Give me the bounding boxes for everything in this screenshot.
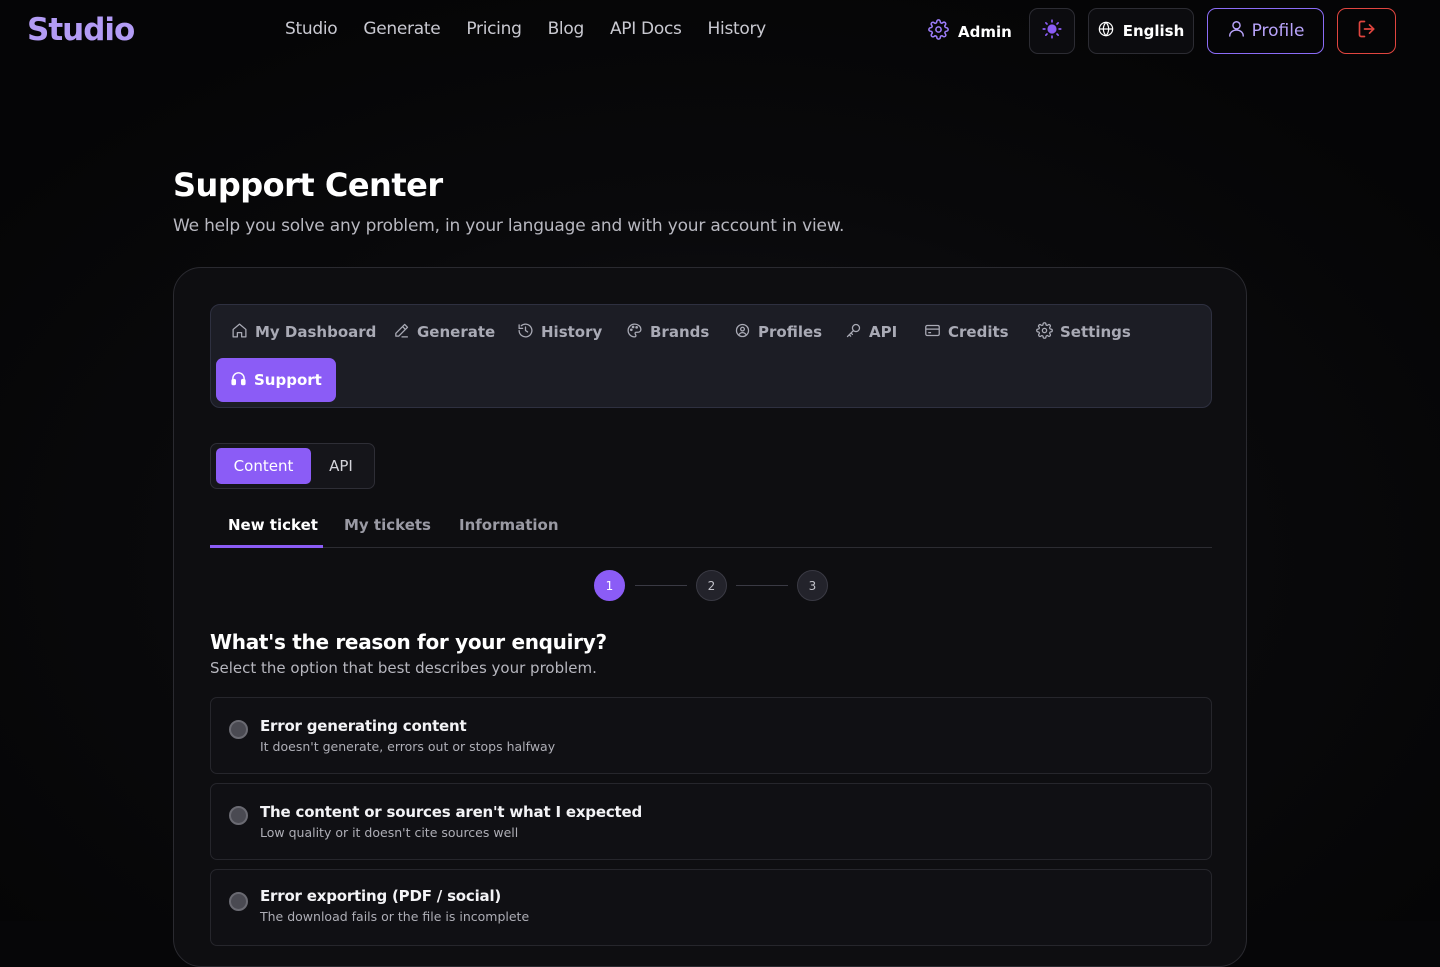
globe-icon	[1098, 21, 1114, 41]
theme-toggle-button[interactable]	[1029, 8, 1075, 54]
subnav-item-support[interactable]: Support	[216, 358, 336, 402]
reason-option[interactable]: Error exporting (PDF / social) The downl…	[210, 869, 1212, 946]
subnav-item-api[interactable]: API	[845, 321, 897, 343]
option-title: Error generating content	[260, 717, 467, 735]
step-connector	[635, 585, 687, 586]
ticket-tabs: New ticket My tickets Information	[210, 510, 1212, 548]
reason-option[interactable]: Error generating content It doesn't gene…	[210, 697, 1212, 774]
question-subtitle: Select the option that best describes yo…	[210, 659, 597, 677]
history-icon	[517, 322, 534, 343]
subnav-item-dashboard[interactable]: My Dashboard	[231, 321, 376, 343]
nav-link-generate[interactable]: Generate	[363, 19, 440, 39]
subnav-label: History	[541, 323, 603, 341]
option-description: Low quality or it doesn't cite sources w…	[260, 825, 519, 840]
app-logo[interactable]: Studio	[27, 12, 135, 48]
nav-link-api-docs[interactable]: API Docs	[610, 19, 682, 39]
key-icon	[845, 322, 862, 343]
product-segmented-control: Content API	[210, 443, 375, 489]
main-nav: Studio Generate Pricing Blog API Docs Hi…	[285, 19, 792, 39]
user-icon	[1227, 19, 1246, 43]
logout-icon	[1357, 19, 1377, 43]
account-subnav: My Dashboard Generate History Brands Pro…	[210, 304, 1212, 408]
profile-label: Profile	[1251, 21, 1305, 41]
step-2: 2	[696, 570, 727, 601]
profile-button[interactable]: Profile	[1207, 8, 1324, 54]
segment-content[interactable]: Content	[216, 448, 311, 484]
headset-icon	[230, 370, 247, 391]
nav-link-blog[interactable]: Blog	[548, 19, 585, 39]
gear-icon	[1036, 321, 1053, 343]
subnav-label: Profiles	[758, 323, 823, 341]
logout-button[interactable]	[1337, 8, 1396, 54]
reason-option[interactable]: The content or sources aren't what I exp…	[210, 783, 1212, 860]
subnav-item-brands[interactable]: Brands	[626, 321, 709, 343]
subnav-label: Settings	[1060, 323, 1131, 341]
tab-new-ticket[interactable]: New ticket	[228, 516, 318, 534]
subnav-item-credits[interactable]: Credits	[924, 321, 1009, 343]
tab-my-tickets[interactable]: My tickets	[344, 516, 431, 534]
page-subtitle: We help you solve any problem, in your l…	[173, 216, 845, 236]
subnav-label: Support	[254, 371, 322, 389]
option-description: It doesn't generate, errors out or stops…	[260, 739, 556, 754]
active-tab-indicator	[210, 545, 323, 548]
nav-link-studio[interactable]: Studio	[285, 19, 338, 39]
card-icon	[924, 322, 941, 343]
top-navbar: Studio Studio Generate Pricing Blog API …	[0, 0, 1440, 62]
option-title: The content or sources aren't what I exp…	[260, 803, 642, 821]
subnav-item-settings[interactable]: Settings	[1036, 321, 1131, 343]
radio-button[interactable]	[229, 806, 248, 825]
segment-api[interactable]: API	[311, 448, 371, 484]
profile-gear-icon	[734, 322, 751, 343]
step-indicator: 1 2 3	[594, 570, 829, 602]
pen-icon	[393, 322, 410, 343]
step-3: 3	[797, 570, 828, 601]
page-title: Support Center	[173, 166, 443, 204]
subnav-label: API	[869, 323, 898, 341]
step-1: 1	[594, 570, 625, 601]
radio-button[interactable]	[229, 892, 248, 911]
support-card: My Dashboard Generate History Brands Pro…	[173, 267, 1247, 967]
admin-link[interactable]: Admin	[928, 19, 1012, 44]
radio-button[interactable]	[229, 720, 248, 739]
question-title: What's the reason for your enquiry?	[210, 630, 607, 654]
language-label: English	[1122, 22, 1185, 40]
subnav-label: My Dashboard	[255, 323, 377, 341]
subnav-label: Brands	[650, 323, 710, 341]
home-icon	[231, 322, 248, 343]
subnav-label: Generate	[417, 323, 496, 341]
palette-icon	[626, 322, 643, 343]
subnav-item-history[interactable]: History	[517, 321, 602, 343]
option-description: The download fails or the file is incomp…	[260, 909, 530, 924]
sun-icon	[1042, 19, 1062, 43]
gear-icon	[928, 19, 949, 44]
admin-label: Admin	[958, 22, 1012, 41]
tab-information[interactable]: Information	[459, 516, 559, 534]
option-title: Error exporting (PDF / social)	[260, 887, 502, 905]
subnav-item-profiles[interactable]: Profiles	[734, 321, 822, 343]
language-selector[interactable]: English	[1088, 8, 1194, 54]
nav-link-pricing[interactable]: Pricing	[466, 19, 522, 39]
step-connector	[736, 585, 788, 586]
subnav-item-generate[interactable]: Generate	[393, 321, 495, 343]
nav-link-history[interactable]: History	[708, 19, 767, 39]
subnav-label: Credits	[948, 323, 1009, 341]
